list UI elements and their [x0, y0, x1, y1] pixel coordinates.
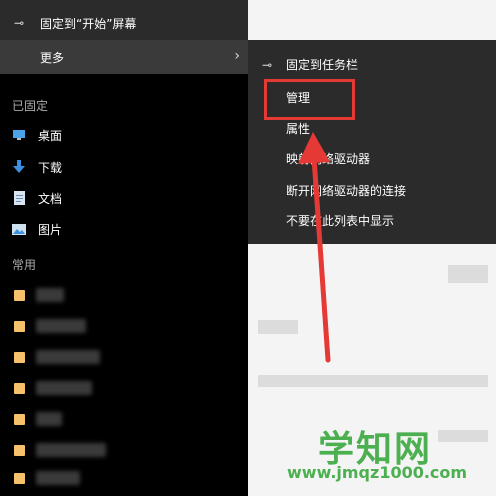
watermark-url: www.jmqz1000.com [287, 463, 468, 482]
